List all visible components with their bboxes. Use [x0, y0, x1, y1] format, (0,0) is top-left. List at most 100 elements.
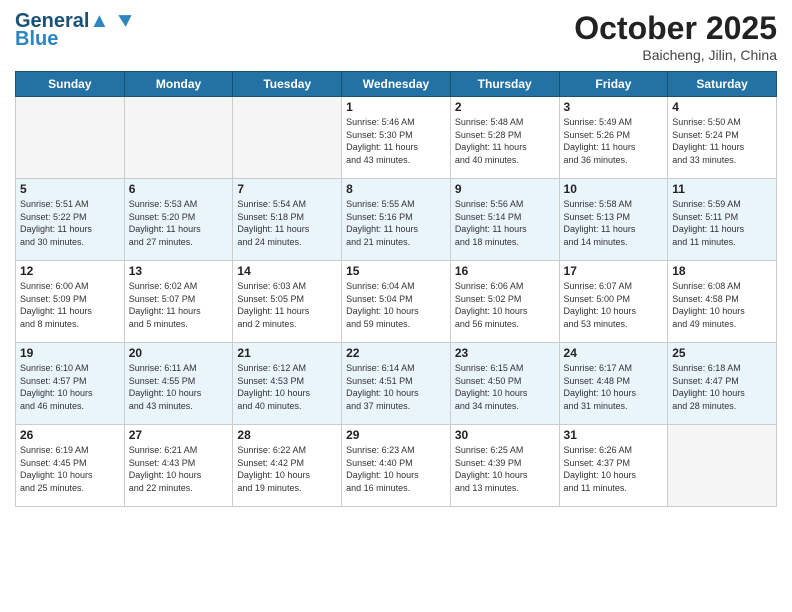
calendar-week-row: 1 Sunrise: 5:46 AM Sunset: 5:30 PM Daylig… — [16, 97, 777, 179]
location-subtitle: Baicheng, Jilin, China — [574, 47, 777, 63]
calendar-day-18: 18 Sunrise: 6:08 AM Sunset: 4:58 PM Dayli… — [668, 261, 777, 343]
calendar-day-20: 20Sunrise: 6:11 AM Sunset: 4:55 PM Dayli… — [124, 343, 233, 425]
day-info: Sunrise: 6:00 AM Sunset: 5:09 PM Dayligh… — [20, 280, 120, 330]
calendar-day-31: 31 Sunrise: 6:26 AM Sunset: 4:37 PM Dayli… — [559, 425, 668, 507]
calendar-day-empty — [668, 425, 777, 507]
day-header-thursday: Thursday — [450, 72, 559, 97]
calendar-day-empty — [16, 97, 125, 179]
day-number: 18 — [672, 264, 772, 278]
calendar-day-5: 5 Sunrise: 5:51 AM Sunset: 5:22 PM Daylig… — [16, 179, 125, 261]
day-number: 16 — [455, 264, 555, 278]
calendar-header-row: SundayMondayTuesdayWednesdayThursdayFrid… — [16, 72, 777, 97]
day-info: Sunrise: 5:46 AM Sunset: 5:30 PM Dayligh… — [346, 116, 446, 166]
day-number: 12 — [20, 264, 120, 278]
calendar-day-29: 29Sunrise: 6:23 AM Sunset: 4:40 PM Dayli… — [342, 425, 451, 507]
day-info: Sunrise: 6:23 AM Sunset: 4:40 PM Dayligh… — [346, 444, 446, 494]
day-info: Sunrise: 6:19 AM Sunset: 4:45 PM Dayligh… — [20, 444, 120, 494]
calendar-day-3: 3 Sunrise: 5:49 AM Sunset: 5:26 PM Daylig… — [559, 97, 668, 179]
day-info: Sunrise: 5:51 AM Sunset: 5:22 PM Dayligh… — [20, 198, 120, 248]
day-info: Sunrise: 6:25 AM Sunset: 4:39 PM Dayligh… — [455, 444, 555, 494]
calendar-day-2: 2 Sunrise: 5:48 AM Sunset: 5:28 PM Daylig… — [450, 97, 559, 179]
page-container: General▲ Blue October 2025 Baicheng, Jil… — [0, 0, 792, 612]
calendar-day-7: 7Sunrise: 5:54 AM Sunset: 5:18 PM Daylig… — [233, 179, 342, 261]
calendar-day-11: 11 Sunrise: 5:59 AM Sunset: 5:11 PM Dayli… — [668, 179, 777, 261]
calendar-day-23: 23 Sunrise: 6:15 AM Sunset: 4:50 PM Dayli… — [450, 343, 559, 425]
day-number: 5 — [20, 182, 120, 196]
day-info: Sunrise: 5:58 AM Sunset: 5:13 PM Dayligh… — [564, 198, 664, 248]
day-number: 1 — [346, 100, 446, 114]
calendar-week-row: 12 Sunrise: 6:00 AM Sunset: 5:09 PM Dayli… — [16, 261, 777, 343]
day-number: 7 — [237, 182, 337, 196]
day-info: Sunrise: 6:15 AM Sunset: 4:50 PM Dayligh… — [455, 362, 555, 412]
day-number: 26 — [20, 428, 120, 442]
day-info: Sunrise: 5:50 AM Sunset: 5:24 PM Dayligh… — [672, 116, 772, 166]
day-info: Sunrise: 6:26 AM Sunset: 4:37 PM Dayligh… — [564, 444, 664, 494]
day-number: 17 — [564, 264, 664, 278]
day-info: Sunrise: 6:21 AM Sunset: 4:43 PM Dayligh… — [129, 444, 229, 494]
calendar-day-26: 26 Sunrise: 6:19 AM Sunset: 4:45 PM Dayli… — [16, 425, 125, 507]
calendar-day-6: 6 Sunrise: 5:53 AM Sunset: 5:20 PM Daylig… — [124, 179, 233, 261]
day-info: Sunrise: 6:04 AM Sunset: 5:04 PM Dayligh… — [346, 280, 446, 330]
day-header-wednesday: Wednesday — [342, 72, 451, 97]
calendar-day-19: 19 Sunrise: 6:10 AM Sunset: 4:57 PM Dayli… — [16, 343, 125, 425]
calendar-day-8: 8Sunrise: 5:55 AM Sunset: 5:16 PM Daylig… — [342, 179, 451, 261]
calendar-day-13: 13Sunrise: 6:02 AM Sunset: 5:07 PM Dayli… — [124, 261, 233, 343]
calendar-week-row: 19 Sunrise: 6:10 AM Sunset: 4:57 PM Dayli… — [16, 343, 777, 425]
day-number: 9 — [455, 182, 555, 196]
day-info: Sunrise: 6:22 AM Sunset: 4:42 PM Dayligh… — [237, 444, 337, 494]
day-header-saturday: Saturday — [668, 72, 777, 97]
day-info: Sunrise: 6:12 AM Sunset: 4:53 PM Dayligh… — [237, 362, 337, 412]
calendar-day-28: 28 Sunrise: 6:22 AM Sunset: 4:42 PM Dayli… — [233, 425, 342, 507]
day-number: 14 — [237, 264, 337, 278]
day-info: Sunrise: 5:48 AM Sunset: 5:28 PM Dayligh… — [455, 116, 555, 166]
day-number: 23 — [455, 346, 555, 360]
calendar-day-9: 9Sunrise: 5:56 AM Sunset: 5:14 PM Daylig… — [450, 179, 559, 261]
day-number: 31 — [564, 428, 664, 442]
day-info: Sunrise: 6:18 AM Sunset: 4:47 PM Dayligh… — [672, 362, 772, 412]
calendar-day-1: 1 Sunrise: 5:46 AM Sunset: 5:30 PM Daylig… — [342, 97, 451, 179]
day-number: 11 — [672, 182, 772, 196]
day-number: 25 — [672, 346, 772, 360]
calendar-day-25: 25 Sunrise: 6:18 AM Sunset: 4:47 PM Dayli… — [668, 343, 777, 425]
calendar-day-21: 21 Sunrise: 6:12 AM Sunset: 4:53 PM Dayli… — [233, 343, 342, 425]
day-info: Sunrise: 6:02 AM Sunset: 5:07 PM Dayligh… — [129, 280, 229, 330]
day-header-friday: Friday — [559, 72, 668, 97]
day-info: Sunrise: 5:49 AM Sunset: 5:26 PM Dayligh… — [564, 116, 664, 166]
day-info: Sunrise: 5:53 AM Sunset: 5:20 PM Dayligh… — [129, 198, 229, 248]
logo: General▲ Blue — [15, 10, 133, 51]
day-info: Sunrise: 6:14 AM Sunset: 4:51 PM Dayligh… — [346, 362, 446, 412]
calendar-day-4: 4 Sunrise: 5:50 AM Sunset: 5:24 PM Daylig… — [668, 97, 777, 179]
logo-icon — [111, 10, 133, 32]
day-number: 2 — [455, 100, 555, 114]
day-header-sunday: Sunday — [16, 72, 125, 97]
day-number: 22 — [346, 346, 446, 360]
calendar-day-12: 12 Sunrise: 6:00 AM Sunset: 5:09 PM Dayli… — [16, 261, 125, 343]
day-info: Sunrise: 6:08 AM Sunset: 4:58 PM Dayligh… — [672, 280, 772, 330]
title-block: October 2025 Baicheng, Jilin, China — [574, 10, 777, 63]
day-number: 10 — [564, 182, 664, 196]
day-number: 6 — [129, 182, 229, 196]
day-info: Sunrise: 6:17 AM Sunset: 4:48 PM Dayligh… — [564, 362, 664, 412]
day-number: 21 — [237, 346, 337, 360]
calendar-day-empty — [124, 97, 233, 179]
day-number: 15 — [346, 264, 446, 278]
day-info: Sunrise: 5:59 AM Sunset: 5:11 PM Dayligh… — [672, 198, 772, 248]
day-info: Sunrise: 6:03 AM Sunset: 5:05 PM Dayligh… — [237, 280, 337, 330]
day-number: 19 — [20, 346, 120, 360]
day-number: 20 — [129, 346, 229, 360]
day-number: 28 — [237, 428, 337, 442]
day-info: Sunrise: 6:10 AM Sunset: 4:57 PM Dayligh… — [20, 362, 120, 412]
day-number: 3 — [564, 100, 664, 114]
header: General▲ Blue October 2025 Baicheng, Jil… — [15, 10, 777, 63]
day-number: 27 — [129, 428, 229, 442]
day-info: Sunrise: 6:07 AM Sunset: 5:00 PM Dayligh… — [564, 280, 664, 330]
calendar-week-row: 5 Sunrise: 5:51 AM Sunset: 5:22 PM Daylig… — [16, 179, 777, 261]
day-header-tuesday: Tuesday — [233, 72, 342, 97]
calendar-table: SundayMondayTuesdayWednesdayThursdayFrid… — [15, 71, 777, 507]
day-number: 4 — [672, 100, 772, 114]
calendar-day-15: 15 Sunrise: 6:04 AM Sunset: 5:04 PM Dayli… — [342, 261, 451, 343]
calendar-week-row: 26 Sunrise: 6:19 AM Sunset: 4:45 PM Dayli… — [16, 425, 777, 507]
calendar-day-17: 17 Sunrise: 6:07 AM Sunset: 5:00 PM Dayli… — [559, 261, 668, 343]
calendar-day-10: 10 Sunrise: 5:58 AM Sunset: 5:13 PM Dayli… — [559, 179, 668, 261]
calendar-day-14: 14 Sunrise: 6:03 AM Sunset: 5:05 PM Dayli… — [233, 261, 342, 343]
